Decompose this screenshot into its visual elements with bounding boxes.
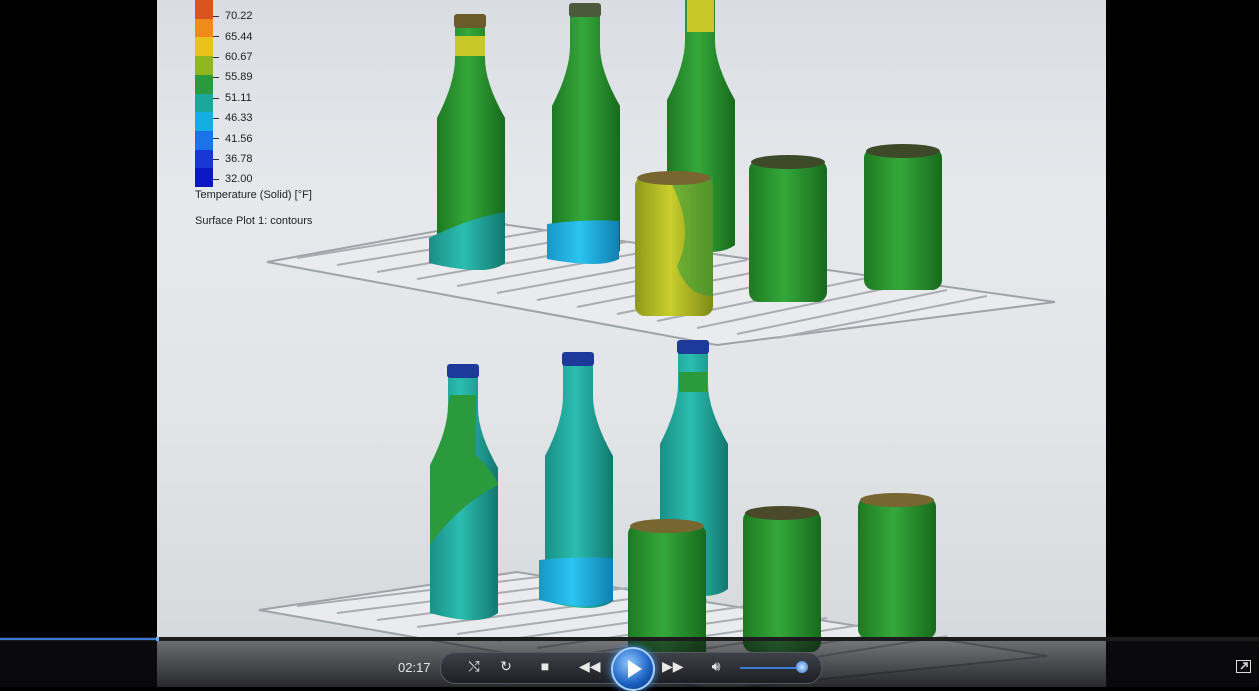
legend-swatch: [195, 93, 213, 113]
legend-swatch: [195, 18, 213, 38]
legend-swatch: [195, 56, 213, 76]
legend-subtitle: Surface Plot 1: contours: [195, 215, 313, 227]
lower-can-3: [858, 493, 936, 639]
legend-swatch: [195, 168, 213, 188]
legend-swatch: [195, 130, 213, 151]
legend-swatch: [195, 0, 213, 20]
simulation-render: [258, 0, 1056, 687]
upper-can-2: [749, 155, 827, 302]
lower-bottle-1: [430, 364, 498, 620]
legend-value: 55.89: [225, 71, 253, 83]
legend-tick: [213, 118, 219, 119]
legend-swatch: [195, 149, 213, 169]
legend-value: 60.67: [225, 51, 253, 63]
legend-value: 41.56: [225, 133, 253, 145]
legend-tick: [213, 16, 219, 17]
legend-color-bar: [195, 0, 213, 188]
seek-progress: [0, 638, 158, 640]
fast-forward-icon[interactable]: ▶▶: [662, 658, 684, 674]
legend-tick: [213, 138, 219, 140]
legend-title: Temperature (Solid) [°F]: [195, 189, 312, 201]
lower-bottle-2: [539, 352, 613, 608]
legend-tick: [213, 179, 219, 181]
volume-knob[interactable]: [796, 661, 808, 673]
legend-value: 32.00: [225, 173, 253, 185]
play-icon: [628, 660, 642, 678]
upper-bottle-1: [429, 14, 505, 270]
play-button[interactable]: [611, 647, 655, 691]
legend-value: 65.44: [225, 31, 253, 43]
legend-swatch: [195, 74, 213, 94]
legend-value: 36.78: [225, 153, 253, 165]
elapsed-time: 02:17: [398, 660, 431, 675]
stop-icon[interactable]: ■: [535, 658, 555, 674]
legend-tick: [213, 36, 219, 38]
legend-tick: [213, 77, 219, 79]
upper-can-1: [635, 171, 713, 316]
rewind-icon[interactable]: ◀◀: [579, 658, 601, 674]
upper-bottle-2: [547, 3, 620, 264]
legend-swatch: [195, 37, 213, 57]
legend-tick: [213, 97, 219, 99]
legend-value: 70.22: [225, 10, 253, 22]
legend-tick: [213, 56, 219, 58]
speaker-icon[interactable]: 🔊︎: [706, 658, 726, 674]
fullscreen-icon[interactable]: [1236, 660, 1251, 673]
switch-icon[interactable]: ⤭: [464, 658, 484, 674]
legend-swatch: [195, 112, 213, 132]
lower-can-2: [743, 506, 821, 652]
legend-tick: [213, 158, 219, 160]
legend-value: 51.11: [225, 92, 252, 104]
legend-value: 46.33: [225, 112, 253, 124]
video-frame[interactable]: 70.22 65.44 60.67 55.89 51.11 46.33 41.5…: [157, 0, 1106, 687]
upper-can-3: [864, 144, 942, 290]
repeat-icon[interactable]: ↻: [496, 658, 516, 674]
